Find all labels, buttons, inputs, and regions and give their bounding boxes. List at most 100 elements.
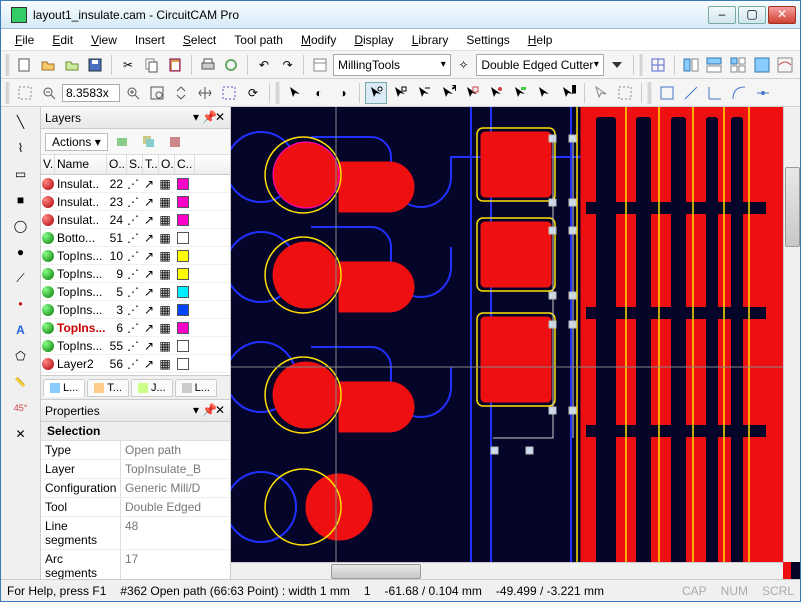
layer-outline-icon[interactable]: ↗ bbox=[141, 177, 157, 191]
select-layer-button[interactable] bbox=[509, 82, 531, 104]
layer-outline-icon[interactable]: ↗ bbox=[141, 267, 157, 281]
layer-stack-icon[interactable]: ▦ bbox=[157, 285, 173, 299]
layer-color-swatch[interactable] bbox=[177, 250, 189, 262]
layer-outline-icon[interactable]: ↗ bbox=[141, 213, 157, 227]
layer-stack-icon[interactable]: ▦ bbox=[157, 231, 173, 245]
properties-panel-header[interactable]: Properties ▾ 📌 ✕ bbox=[41, 400, 230, 422]
paste-button[interactable] bbox=[164, 54, 186, 76]
toolbar-grip[interactable] bbox=[5, 54, 10, 76]
polygon-tool[interactable]: ⬠ bbox=[10, 345, 32, 367]
zoom-input[interactable] bbox=[62, 84, 120, 102]
menu-file[interactable]: File bbox=[7, 31, 42, 49]
select-circle-button[interactable]: ◑ bbox=[332, 82, 354, 104]
angle-tool[interactable]: 45° bbox=[10, 397, 32, 419]
snap-line-button[interactable] bbox=[680, 82, 702, 104]
layer-col-header[interactable]: S.. bbox=[127, 155, 143, 174]
select-polygon-button[interactable] bbox=[485, 82, 507, 104]
layers-list[interactable]: Insulat..22⋰↗▦Insulat..23⋰↗▦Insulat..24⋰… bbox=[41, 175, 230, 375]
layer-visibility-icon[interactable] bbox=[41, 214, 55, 226]
layer-selectable-icon[interactable]: ⋰ bbox=[125, 303, 141, 317]
layer-row[interactable]: TopIns...55⋰↗▦ bbox=[41, 337, 230, 355]
layer-col-header[interactable]: T.. bbox=[143, 155, 159, 174]
minimize-button[interactable]: – bbox=[708, 6, 736, 24]
layer-row[interactable]: TopIns...10⋰↗▦ bbox=[41, 247, 230, 265]
undo-button[interactable]: ↶ bbox=[253, 54, 275, 76]
property-row[interactable]: Arc segments17 bbox=[41, 550, 230, 579]
new-button[interactable] bbox=[14, 54, 36, 76]
menu-select[interactable]: Select bbox=[175, 31, 224, 49]
text-tool[interactable]: A bbox=[10, 319, 32, 341]
redo-button[interactable]: ↷ bbox=[277, 54, 299, 76]
canvas[interactable] bbox=[231, 107, 800, 579]
layout1-button[interactable] bbox=[680, 54, 702, 76]
panel-menu-icon[interactable]: ▾ bbox=[190, 112, 202, 124]
properties-grid[interactable]: Selection TypeOpen pathLayerTopInsulate_… bbox=[41, 422, 230, 579]
layers-header[interactable]: V..NameO..S..T..O..C.. bbox=[41, 155, 230, 175]
panel-pin-icon[interactable]: 📌 bbox=[202, 405, 214, 417]
grid-button[interactable] bbox=[647, 54, 669, 76]
layer-visibility-icon[interactable] bbox=[41, 268, 55, 280]
layer-color-swatch[interactable] bbox=[177, 196, 189, 208]
select-group-button[interactable] bbox=[461, 82, 483, 104]
property-row[interactable]: ConfigurationGeneric Mill/D bbox=[41, 479, 230, 498]
layer-visibility-icon[interactable] bbox=[41, 322, 55, 334]
pan-button[interactable] bbox=[194, 82, 216, 104]
select-path-button[interactable] bbox=[413, 82, 435, 104]
zoom-window-button[interactable] bbox=[146, 82, 168, 104]
layer-visibility-icon[interactable] bbox=[41, 358, 55, 370]
point-tool[interactable]: • bbox=[10, 293, 32, 315]
side-panel-tab[interactable]: L... bbox=[175, 379, 217, 397]
select-node-button[interactable] bbox=[365, 82, 387, 104]
tool-dropdown[interactable]: Double Edged Cutter▾ bbox=[476, 54, 604, 76]
layer-stack-icon[interactable]: ▦ bbox=[157, 321, 173, 335]
select-arrow-button[interactable] bbox=[284, 82, 306, 104]
layer-selectable-icon[interactable]: ⋰ bbox=[125, 177, 141, 191]
layer-visibility-icon[interactable] bbox=[41, 286, 55, 298]
layer-outline-icon[interactable]: ↗ bbox=[141, 249, 157, 263]
zoom-in-button[interactable] bbox=[122, 82, 144, 104]
layer-col-header[interactable]: C.. bbox=[175, 155, 195, 174]
select-all-button[interactable] bbox=[533, 82, 555, 104]
layer-row[interactable]: TopIns...5⋰↗▦ bbox=[41, 283, 230, 301]
close-button[interactable]: ✕ bbox=[768, 6, 796, 24]
layer-row[interactable]: TopIns...6⋰↗▦ bbox=[41, 319, 230, 337]
property-value[interactable]: 48 bbox=[121, 517, 230, 549]
delete-tool[interactable]: ✕ bbox=[10, 423, 32, 445]
layer-visibility-icon[interactable] bbox=[41, 178, 55, 190]
filled-circle-tool[interactable]: ● bbox=[10, 241, 32, 263]
layer-selectable-icon[interactable]: ⋰ bbox=[125, 285, 141, 299]
layout3-button[interactable] bbox=[727, 54, 749, 76]
layer-stack-icon[interactable]: ▦ bbox=[157, 177, 173, 191]
layer-color-swatch[interactable] bbox=[177, 286, 189, 298]
select-star-button[interactable]: ✱ bbox=[437, 82, 459, 104]
layer-visibility-icon[interactable] bbox=[41, 250, 55, 262]
layer-add-button[interactable] bbox=[112, 131, 134, 153]
select-window-button[interactable] bbox=[614, 82, 636, 104]
property-row[interactable]: ToolDouble Edged bbox=[41, 498, 230, 517]
layer-color-swatch[interactable] bbox=[177, 340, 189, 352]
select-segment-button[interactable] bbox=[389, 82, 411, 104]
refresh-button[interactable]: ⟳ bbox=[242, 82, 264, 104]
layer-row[interactable]: TopIns...3⋰↗▦ bbox=[41, 301, 230, 319]
layer-row[interactable]: Insulat..22⋰↗▦ bbox=[41, 175, 230, 193]
snap-rect-button[interactable] bbox=[656, 82, 678, 104]
filled-rect-tool[interactable]: ■ bbox=[10, 189, 32, 211]
property-value[interactable]: TopInsulate_B bbox=[121, 460, 230, 478]
layer-outline-icon[interactable]: ↗ bbox=[141, 357, 157, 371]
layer-col-header[interactable]: O.. bbox=[107, 155, 127, 174]
toolbar-grip[interactable] bbox=[275, 82, 280, 104]
cut-button[interactable]: ✂ bbox=[117, 54, 139, 76]
zoom-all-button[interactable] bbox=[170, 82, 192, 104]
zoom-selection-button[interactable] bbox=[218, 82, 240, 104]
menu-edit[interactable]: Edit bbox=[44, 31, 81, 49]
menu-display[interactable]: Display bbox=[346, 31, 401, 49]
snap-arc-button[interactable] bbox=[728, 82, 750, 104]
layer-stack-icon[interactable]: ▦ bbox=[157, 339, 173, 353]
layer-outline-icon[interactable]: ↗ bbox=[141, 231, 157, 245]
layer-col-header[interactable]: V.. bbox=[41, 155, 55, 174]
layer-visibility-icon[interactable] bbox=[41, 196, 55, 208]
layer-col-header[interactable]: O.. bbox=[159, 155, 175, 174]
open-button[interactable] bbox=[38, 54, 60, 76]
layer-row[interactable]: TopIns...9⋰↗▦ bbox=[41, 265, 230, 283]
measure-tool[interactable]: 📏 bbox=[10, 371, 32, 393]
